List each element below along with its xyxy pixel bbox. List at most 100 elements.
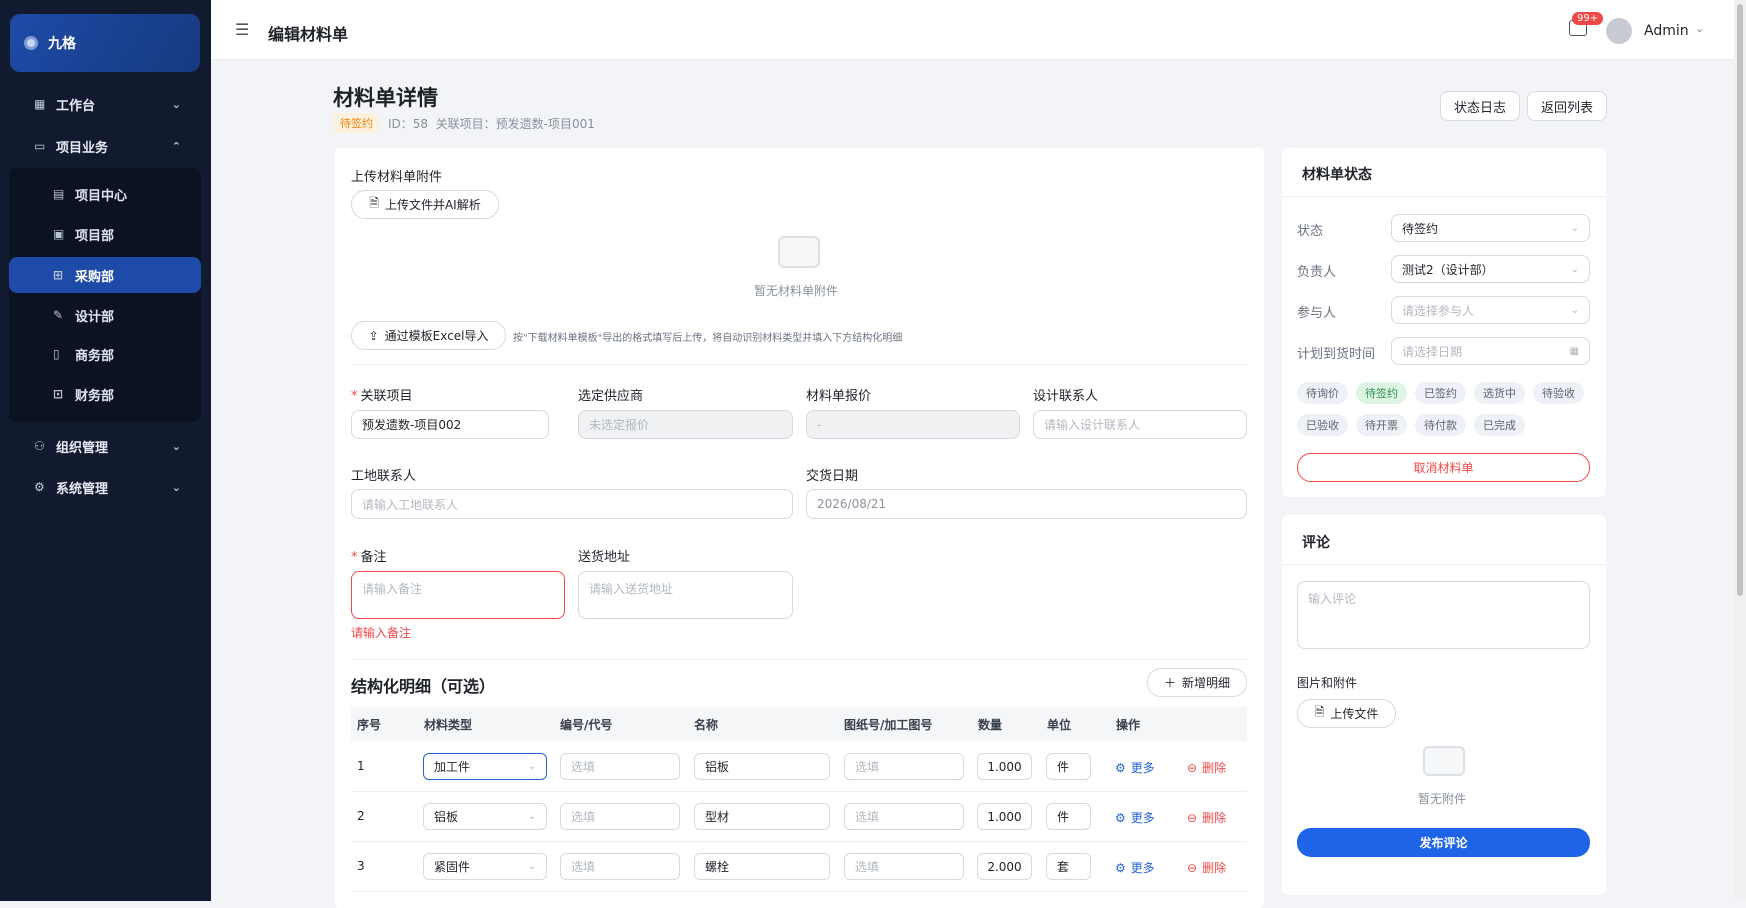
code-input[interactable]: 选填	[560, 753, 680, 780]
drawing-input[interactable]: 选填	[844, 803, 964, 830]
sidebar-item-business-dept[interactable]: ▯ 商务部	[9, 336, 201, 372]
qty-input[interactable]: 1.000	[977, 803, 1032, 830]
status-tag[interactable]: 已完成	[1474, 414, 1525, 436]
status-tag[interactable]: 待付款	[1415, 414, 1466, 436]
row-number: 2	[357, 809, 365, 823]
chevron-down-icon: ⌄	[527, 761, 536, 772]
cancel-material-button[interactable]: 取消材料单	[1297, 453, 1590, 482]
sidebar-item-finance-dept[interactable]: ⊡ 财务部	[9, 376, 201, 412]
scrollbar-thumb[interactable]	[1737, 4, 1743, 596]
plan-date-picker[interactable]: 请选择日期 ▦	[1391, 337, 1590, 365]
sidebar-item-label: 项目部	[75, 228, 115, 244]
delete-button[interactable]: ⊖ 删除	[1187, 809, 1226, 826]
drawing-input[interactable]: 选填	[844, 853, 964, 880]
calendar-icon: ▦	[1569, 345, 1579, 357]
org-icon: ⚇	[34, 439, 45, 453]
qty-input[interactable]: 1.000	[977, 753, 1032, 780]
participant-select[interactable]: 请选择参与人 ⌄	[1391, 296, 1590, 324]
state-label: 状态	[1297, 224, 1324, 239]
material-type-select[interactable]: 铝板 ⌄	[423, 803, 547, 830]
building-icon: ▤	[53, 187, 65, 201]
chevron-up-icon: ⌃	[171, 139, 181, 153]
menu-collapse-icon[interactable]: ☰	[235, 20, 249, 39]
code-input[interactable]: 选填	[560, 803, 680, 830]
designer-label: 设计联系人	[1033, 389, 1099, 404]
status-tag[interactable]: 已验收	[1297, 414, 1348, 436]
code-input[interactable]: 选填	[560, 853, 680, 880]
sidebar-item-project-dept[interactable]: ▣ 项目部	[9, 216, 201, 252]
scrollbar[interactable]	[1734, 0, 1746, 901]
drawing-input[interactable]: 选填	[844, 753, 964, 780]
status-tag[interactable]: 选货中	[1474, 382, 1525, 404]
project-label: * 关联项目	[351, 389, 413, 404]
row-number: 1	[357, 759, 365, 773]
minus-circle-icon: ⊖	[1187, 810, 1198, 825]
unit-input[interactable]: 件	[1046, 803, 1091, 830]
designer-input[interactable]: 请输入设计联系人	[1033, 410, 1247, 439]
state-select[interactable]: 待签约 ⌄	[1391, 214, 1590, 242]
sidebar-item-project-business[interactable]: ▭ 项目业务 ⌃	[0, 126, 211, 166]
more-button[interactable]: ⚙ 更多	[1115, 759, 1155, 776]
folder-icon: ▭	[34, 139, 46, 153]
chevron-down-icon[interactable]: ⌄	[1695, 22, 1704, 35]
minus-circle-icon: ⊖	[1187, 860, 1198, 875]
add-detail-button[interactable]: ＋ 新增明细	[1147, 668, 1247, 697]
delete-button[interactable]: ⊖ 删除	[1187, 759, 1226, 776]
sidebar-item-org[interactable]: ⚇ 组织管理 ⌄	[0, 426, 211, 466]
plan-date-label: 计划到货时间	[1297, 347, 1376, 362]
material-type-select[interactable]: 加工件 ⌄	[423, 753, 547, 780]
qty-input[interactable]: 2.000	[977, 853, 1032, 880]
col-header: 图纸号/加工图号	[844, 718, 933, 732]
unit-input[interactable]: 件	[1046, 753, 1091, 780]
sidebar-item-workbench[interactable]: ▦ 工作台 ⌄	[0, 84, 211, 124]
col-header: 数量	[978, 718, 1003, 732]
delivery-date-input[interactable]: 2026/08/21	[806, 489, 1247, 519]
page-title: 材料单详情	[333, 86, 438, 110]
status-card-title: 材料单状态	[1302, 167, 1372, 183]
sidebar-item-design-dept[interactable]: ✎ 设计部	[9, 297, 201, 333]
excel-import-button[interactable]: ⇪ 通过模板Excel导入	[351, 321, 506, 350]
empty-attach-text: 暂无材料单附件	[754, 284, 839, 298]
name-input[interactable]: 铝板	[694, 753, 830, 780]
project-input[interactable]: 预发遗数-项目002	[351, 410, 549, 439]
address-textarea[interactable]: 请输入送货地址	[578, 571, 793, 619]
upload-file-button[interactable]: 🗎 上传文件	[1297, 699, 1396, 728]
name-input[interactable]: 螺栓	[694, 853, 830, 880]
divider	[351, 364, 1247, 365]
more-button[interactable]: ⚙ 更多	[1115, 859, 1155, 876]
cart-icon: ⊞	[53, 268, 64, 282]
row-divider	[351, 891, 1247, 892]
sidebar-item-project-center[interactable]: ▤ 项目中心	[9, 176, 201, 212]
excel-import-label: 通过模板Excel导入	[384, 329, 489, 343]
sidebar-item-purchase-dept[interactable]: ⊞ 采购部	[9, 257, 201, 293]
status-tag[interactable]: 已签约	[1415, 382, 1466, 404]
upload-ai-button[interactable]: 🗎 上传文件并AI解析	[351, 190, 499, 219]
user-name[interactable]: Admin	[1644, 23, 1689, 39]
comment-textarea[interactable]: 输入评论	[1297, 581, 1590, 649]
status-tag[interactable]: 待询价	[1297, 382, 1348, 404]
status-tag[interactable]: 待验收	[1533, 382, 1584, 404]
name-input[interactable]: 型材	[694, 803, 830, 830]
status-tag-active[interactable]: 待签约	[1356, 382, 1407, 404]
delete-button[interactable]: ⊖ 删除	[1187, 859, 1226, 876]
material-type-select[interactable]: 紧固件 ⌄	[423, 853, 547, 880]
avatar[interactable]	[1606, 18, 1632, 44]
brand-logo[interactable]: 九格	[10, 14, 200, 72]
publish-comment-button[interactable]: 发布评论	[1297, 828, 1590, 857]
empty-box-icon	[1423, 746, 1465, 776]
status-tag[interactable]: 待开票	[1356, 414, 1407, 436]
sidebar-item-system[interactable]: ⚙ 系统管理 ⌄	[0, 467, 211, 507]
sidebar-item-label: 采购部	[75, 269, 115, 285]
site-contact-input[interactable]: 请输入工地联系人	[351, 489, 793, 519]
address-label: 送货地址	[578, 550, 631, 565]
top-bar: ☰ 编辑材料单 99+ Admin ⌄	[211, 0, 1734, 60]
lock-icon: 🗎	[1314, 705, 1325, 719]
back-to-list-button[interactable]: 返回列表	[1527, 91, 1607, 121]
col-header: 编号/代号	[560, 718, 613, 732]
status-log-button[interactable]: 状态日志	[1440, 91, 1520, 121]
unit-input[interactable]: 套	[1046, 853, 1091, 880]
owner-select[interactable]: 测试2（设计部） ⌄	[1391, 255, 1590, 283]
remark-textarea[interactable]: 请输入备注	[351, 571, 565, 619]
gear-icon: ⚙	[1115, 810, 1126, 825]
more-button[interactable]: ⚙ 更多	[1115, 809, 1155, 826]
